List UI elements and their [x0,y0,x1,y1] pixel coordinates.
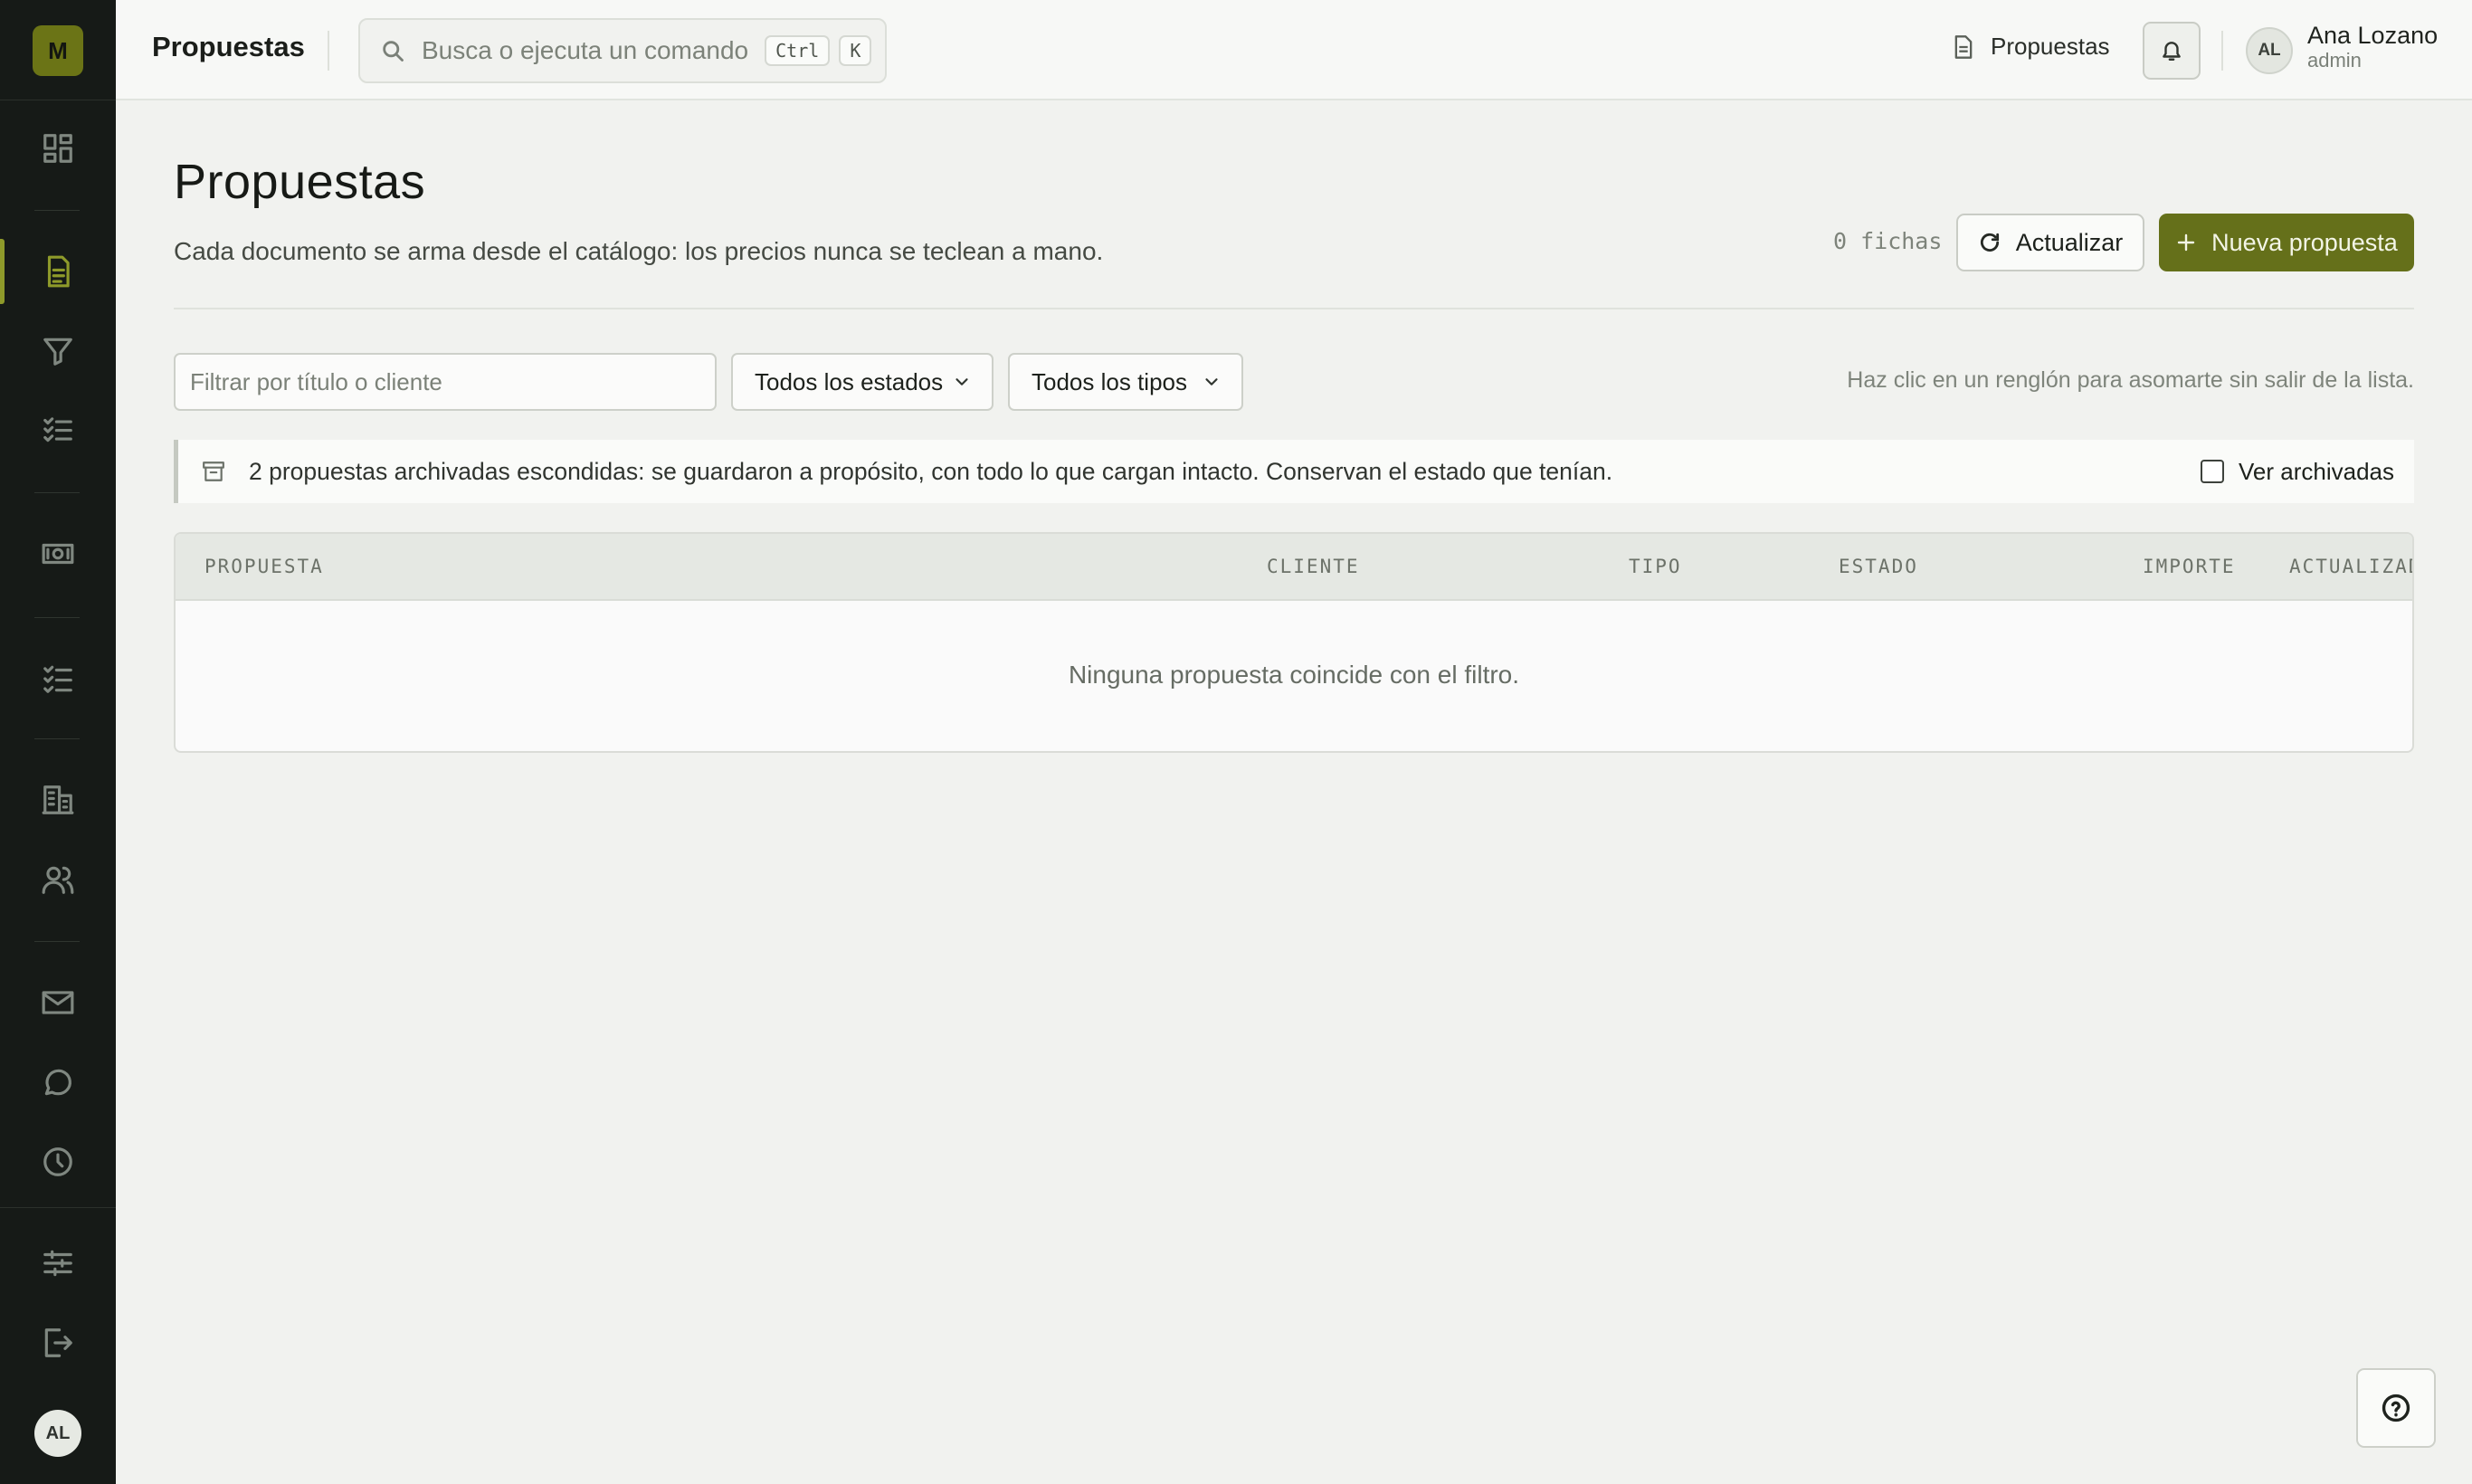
search-icon [383,41,404,62]
user-name[interactable]: Ana Lozano [2307,22,2438,50]
kbd-ctrl: Ctrl [765,35,831,66]
empty-state-message: Ninguna propuesta coincide con el filtro… [1068,661,1520,689]
help-button[interactable] [2356,1368,2436,1448]
chevron-down-icon [956,378,968,385]
sidebar-avatar[interactable]: AL [34,1410,81,1457]
page-subtitle: Cada documento se arma desde el catálogo… [174,237,1104,265]
top-bar-divider [2221,31,2223,71]
logout-icon [44,1328,72,1357]
kbd-k: K [839,35,872,66]
sidebar-item-correo[interactable] [0,966,116,1039]
sidebar-divider [0,1207,116,1208]
archived-banner-text: 2 propuestas archivadas escondidas: se g… [249,457,1613,485]
top-bar-divider [328,31,329,71]
users-icon [42,866,74,894]
filter-icon [43,338,72,366]
archive-icon [203,461,224,481]
type-select-value: Todos los tipos [1032,367,1187,395]
sidebar-item-empresas[interactable] [0,764,116,836]
sidebar-divider [34,210,80,211]
plus-icon [2177,233,2195,252]
building-icon [42,785,74,814]
app-logo[interactable]: M [33,25,83,76]
breadcrumb[interactable]: Propuestas [1953,33,2110,61]
header-divider [174,308,2414,309]
sidebar-item-historial[interactable] [0,1126,116,1198]
sidebar: M AL [0,0,116,1484]
archived-banner: 2 propuestas archivadas escondidas: se g… [174,440,2414,503]
sliders-icon [43,1250,72,1277]
sidebar-item-salir[interactable] [0,1307,116,1379]
sidebar-item-pipeline[interactable] [0,315,116,387]
column-header-importe[interactable]: IMPORTE [2143,556,2236,577]
sidebar-item-propuestas[interactable] [0,235,116,308]
record-count: 0 fichas [1833,228,1943,254]
sidebar-item-ajustes[interactable] [0,1227,116,1299]
show-archived-label: Ver archivadas [2239,457,2394,485]
new-proposal-button-label: Nueva propuesta [2211,228,2398,256]
show-archived-checkbox[interactable] [2201,460,2225,483]
notifications-button[interactable] [2143,22,2201,80]
money-icon [42,543,74,565]
command-search-placeholder: Busca o ejecuta un comando [422,36,749,64]
column-header-estado[interactable]: ESTADO [1839,556,1918,577]
sidebar-divider [34,738,80,739]
command-search[interactable]: Busca o ejecuta un comando Ctrl K [358,18,887,83]
sidebar-item-checklist[interactable] [0,393,116,465]
column-header-cliente[interactable]: CLIENTE [1267,556,1360,577]
help-icon [2382,1394,2410,1422]
checklist-icon [43,417,72,442]
sidebar-item-catalogo[interactable] [0,518,116,590]
sidebar-divider [34,492,80,493]
top-bar: Propuestas Busca o ejecuta un comando Ct… [116,0,2472,100]
breadcrumb-label: Propuestas [1991,33,2110,60]
table-header: PROPUESTA CLIENTE TIPO ESTADO IMPORTE AC… [176,534,2412,601]
mail-icon [42,991,74,1014]
chat-icon [44,1069,71,1096]
chevron-down-icon [1205,378,1218,385]
column-header-tipo[interactable]: TIPO [1629,556,1682,577]
sidebar-item-tareas[interactable] [0,642,116,715]
bell-icon [2163,42,2181,61]
sidebar-divider [34,617,80,618]
sidebar-item-dashboard[interactable] [0,112,116,185]
list-hint: Haz clic en un renglón para asomarte sin… [1847,367,2414,393]
refresh-button[interactable]: Actualizar [1956,214,2144,271]
column-header-propuesta[interactable]: PROPUESTA [204,556,324,577]
sidebar-item-contactos[interactable] [0,843,116,916]
document-icon [47,255,70,288]
dashboard-icon [43,134,72,163]
show-archived-toggle[interactable]: Ver archivadas [2201,440,2394,503]
user-role: admin [2307,49,2362,71]
clock-icon [43,1147,72,1176]
refresh-icon [1980,233,1999,252]
new-proposal-button[interactable]: Nueva propuesta [2159,214,2414,271]
refresh-button-label: Actualizar [2015,228,2124,256]
sidebar-divider [34,941,80,942]
page-title: Propuestas [174,155,426,209]
status-select[interactable]: Todos los estados [731,353,994,411]
proposals-table: PROPUESTA CLIENTE TIPO ESTADO IMPORTE AC… [174,532,2414,753]
user-avatar[interactable]: AL [2246,27,2293,74]
column-header-actualizado[interactable]: ACTUALIZAD [2289,556,2412,577]
sidebar-item-mensajes[interactable] [0,1046,116,1118]
top-bar-title: Propuestas [152,31,305,62]
type-select[interactable]: Todos los tipos [1008,353,1243,411]
status-select-value: Todos los estados [755,367,944,395]
task-list-icon [43,665,72,693]
document-icon [1954,34,1973,59]
filter-input[interactable] [174,353,717,411]
